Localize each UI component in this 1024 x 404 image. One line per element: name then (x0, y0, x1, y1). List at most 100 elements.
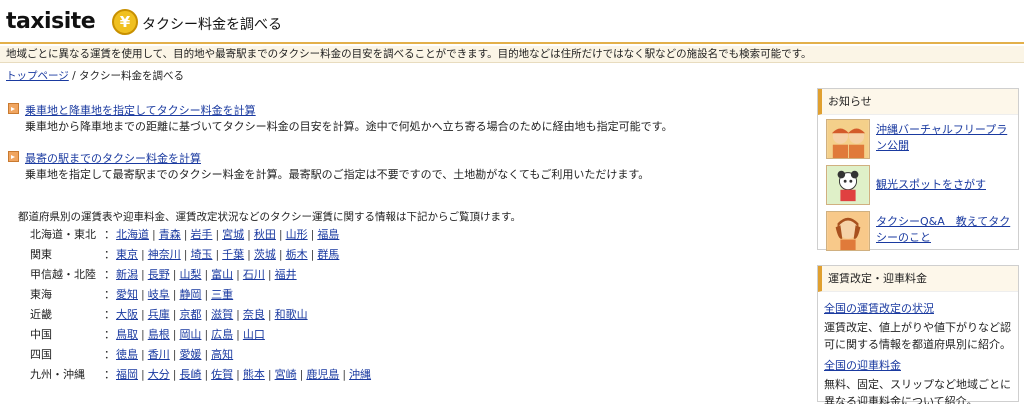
intro-text: 地域ごとに異なる運賃を使用して、目的地や最寄駅までのタクシー料金の目安を調べるこ… (0, 46, 1024, 63)
news-item: 沖縄バーチャルフリープラン公開 (818, 119, 1018, 161)
pref-separator: | (310, 248, 315, 261)
prefecture-link[interactable]: 宮崎 (275, 368, 297, 381)
prefecture-link[interactable]: 石川 (243, 268, 265, 281)
news-link-qa[interactable]: タクシーQ&A 教えてタクシーのこと (876, 214, 1016, 246)
sightseeing-character-icon (826, 165, 870, 205)
breadcrumb-separator: / (72, 70, 76, 82)
region-name: 関東 (30, 248, 52, 261)
region-row: 北海道・東北 ：北海道 | 青森 | 岩手 | 宮城 | 秋田 | 山形 | 福島 (30, 226, 371, 246)
region-colon: ： (104, 268, 115, 281)
pref-separator: | (172, 328, 177, 341)
pref-separator: | (267, 308, 272, 321)
prefecture-link[interactable]: 東京 (116, 248, 138, 261)
site-logo[interactable]: taxisite ¥ (6, 8, 138, 36)
fare-revision-desc: 運賃改定、値上がりや値下がりなど認可に関する情報を都道府県別に紹介。 (824, 321, 1011, 351)
prefecture-link[interactable]: 長野 (148, 268, 170, 281)
prefecture-link[interactable]: 大分 (148, 368, 170, 381)
region-row: 近畿 ：大阪 | 兵庫 | 京都 | 滋賀 | 奈良 | 和歌山 (30, 306, 371, 326)
pref-separator: | (141, 288, 145, 301)
prefecture-link[interactable]: 長崎 (179, 368, 201, 381)
pref-separator: | (141, 348, 145, 361)
prefecture-link[interactable]: 徳島 (116, 348, 138, 361)
prefecture-link[interactable]: 岡山 (179, 328, 201, 341)
news-box: お知らせ 沖縄バーチャルフリープラン公開 観光スポットをさがす タクシーQ&A … (817, 88, 1019, 251)
logo-text: taxisite (6, 9, 96, 34)
prefecture-link[interactable]: 富山 (211, 268, 233, 281)
pref-separator: | (141, 268, 145, 281)
pref-separator: | (278, 248, 283, 261)
pref-separator: | (152, 228, 156, 241)
region-colon: ： (104, 288, 115, 301)
prefecture-link[interactable]: 鹿児島 (306, 368, 339, 381)
prefecture-link[interactable]: 兵庫 (148, 308, 170, 321)
prefecture-link[interactable]: 島根 (148, 328, 170, 341)
prefecture-link[interactable]: 沖縄 (349, 368, 371, 381)
region-row: 東海 ：愛知 | 岐阜 | 静岡 | 三重 (30, 286, 371, 306)
fare-revision-link[interactable]: 全国の運賃改定の状況 (824, 300, 1018, 316)
prefecture-link[interactable]: 山形 (286, 228, 308, 241)
news-link-sightseeing[interactable]: 観光スポットをさがす (876, 177, 1016, 193)
prefecture-link[interactable]: 和歌山 (275, 308, 308, 321)
prefecture-link[interactable]: 山口 (243, 328, 265, 341)
prefecture-link[interactable]: 京都 (179, 308, 201, 321)
prefecture-link[interactable]: 北海道 (116, 228, 149, 241)
prefecture-link[interactable]: 三重 (211, 288, 233, 301)
station-fare-desc: 乗車地を指定して最寄駅までのタクシー料金を計算。最寄駅のご指定は不要ですので、土… (25, 168, 650, 181)
prefecture-link[interactable]: 愛媛 (179, 348, 201, 361)
prefecture-link[interactable]: 静岡 (179, 288, 201, 301)
pref-separator: | (172, 308, 177, 321)
prefecture-link[interactable]: 広島 (211, 328, 233, 341)
prefecture-link[interactable]: 福井 (275, 268, 297, 281)
pref-separator: | (215, 228, 220, 241)
prefecture-link[interactable]: 群馬 (317, 248, 339, 261)
prefecture-link[interactable]: 宮城 (222, 228, 244, 241)
prefecture-link[interactable]: 高知 (211, 348, 233, 361)
prefecture-link[interactable]: 青森 (159, 228, 181, 241)
region-name: 甲信越・北陸 (30, 268, 96, 281)
prefecture-link[interactable]: 神奈川 (148, 248, 181, 261)
prefecture-link[interactable]: 福岡 (116, 368, 138, 381)
prefecture-link[interactable]: 滋賀 (211, 308, 233, 321)
pref-separator: | (236, 308, 240, 321)
pref-separator: | (204, 288, 209, 301)
region-colon: ： (104, 368, 115, 381)
breadcrumb-home-link[interactable]: トップページ (6, 70, 69, 82)
prefecture-link[interactable]: 奈良 (243, 308, 265, 321)
prefecture-link[interactable]: 茨城 (254, 248, 276, 261)
pref-separator: | (141, 248, 145, 261)
pref-separator: | (141, 368, 145, 381)
prefecture-link[interactable]: 岩手 (190, 228, 212, 241)
prefecture-link[interactable]: 福島 (317, 228, 339, 241)
prefecture-link[interactable]: 佐賀 (211, 368, 233, 381)
prefecture-link[interactable]: 岐阜 (148, 288, 170, 301)
prefecture-link[interactable]: 秋田 (254, 228, 276, 241)
pickup-fee-desc: 無料、固定、スリップなど地域ごとに異なる迎車料金について紹介。 (824, 378, 1011, 404)
pref-separator: | (183, 228, 188, 241)
region-row: 関東 ：東京 | 神奈川 | 埼玉 | 千葉 | 茨城 | 栃木 | 群馬 (30, 246, 371, 266)
pref-separator: | (236, 328, 240, 341)
prefecture-link[interactable]: 新潟 (116, 268, 138, 281)
pref-separator: | (172, 348, 177, 361)
prefecture-link[interactable]: 大阪 (116, 308, 138, 321)
prefecture-link[interactable]: 埼玉 (190, 248, 212, 261)
prefecture-link[interactable]: 愛知 (116, 288, 138, 301)
prefecture-link[interactable]: 熊本 (243, 368, 265, 381)
pickup-fee-link[interactable]: 全国の迎車料金 (824, 357, 1018, 373)
pref-separator: | (204, 268, 209, 281)
arrow-bullet-icon (8, 103, 19, 114)
station-fare-link[interactable]: 最寄の駅までのタクシー料金を計算 (25, 150, 201, 166)
region-colon: ： (104, 248, 115, 261)
pref-separator: | (267, 268, 272, 281)
pref-separator: | (299, 368, 304, 381)
pref-separator: | (141, 308, 145, 321)
prefecture-link[interactable]: 山梨 (179, 268, 201, 281)
news-link-okinawa[interactable]: 沖縄バーチャルフリープラン公開 (876, 122, 1016, 154)
route-fare-link[interactable]: 乗車地と降車地を指定してタクシー料金を計算 (25, 102, 256, 118)
prefecture-link[interactable]: 千葉 (222, 248, 244, 261)
region-intro: 都道府県別の運賃表や迎車料金、運賃改定状況などのタクシー運賃に関する情報は下記か… (18, 211, 521, 223)
region-table: 北海道・東北 ：北海道 | 青森 | 岩手 | 宮城 | 秋田 | 山形 | 福島 関東 ：東京 | 神奈川 | 埼玉… (30, 226, 371, 386)
prefecture-link[interactable]: 栃木 (286, 248, 308, 261)
prefecture-link[interactable]: 香川 (148, 348, 170, 361)
pref-separator: | (204, 368, 209, 381)
prefecture-link[interactable]: 鳥取 (116, 328, 138, 341)
